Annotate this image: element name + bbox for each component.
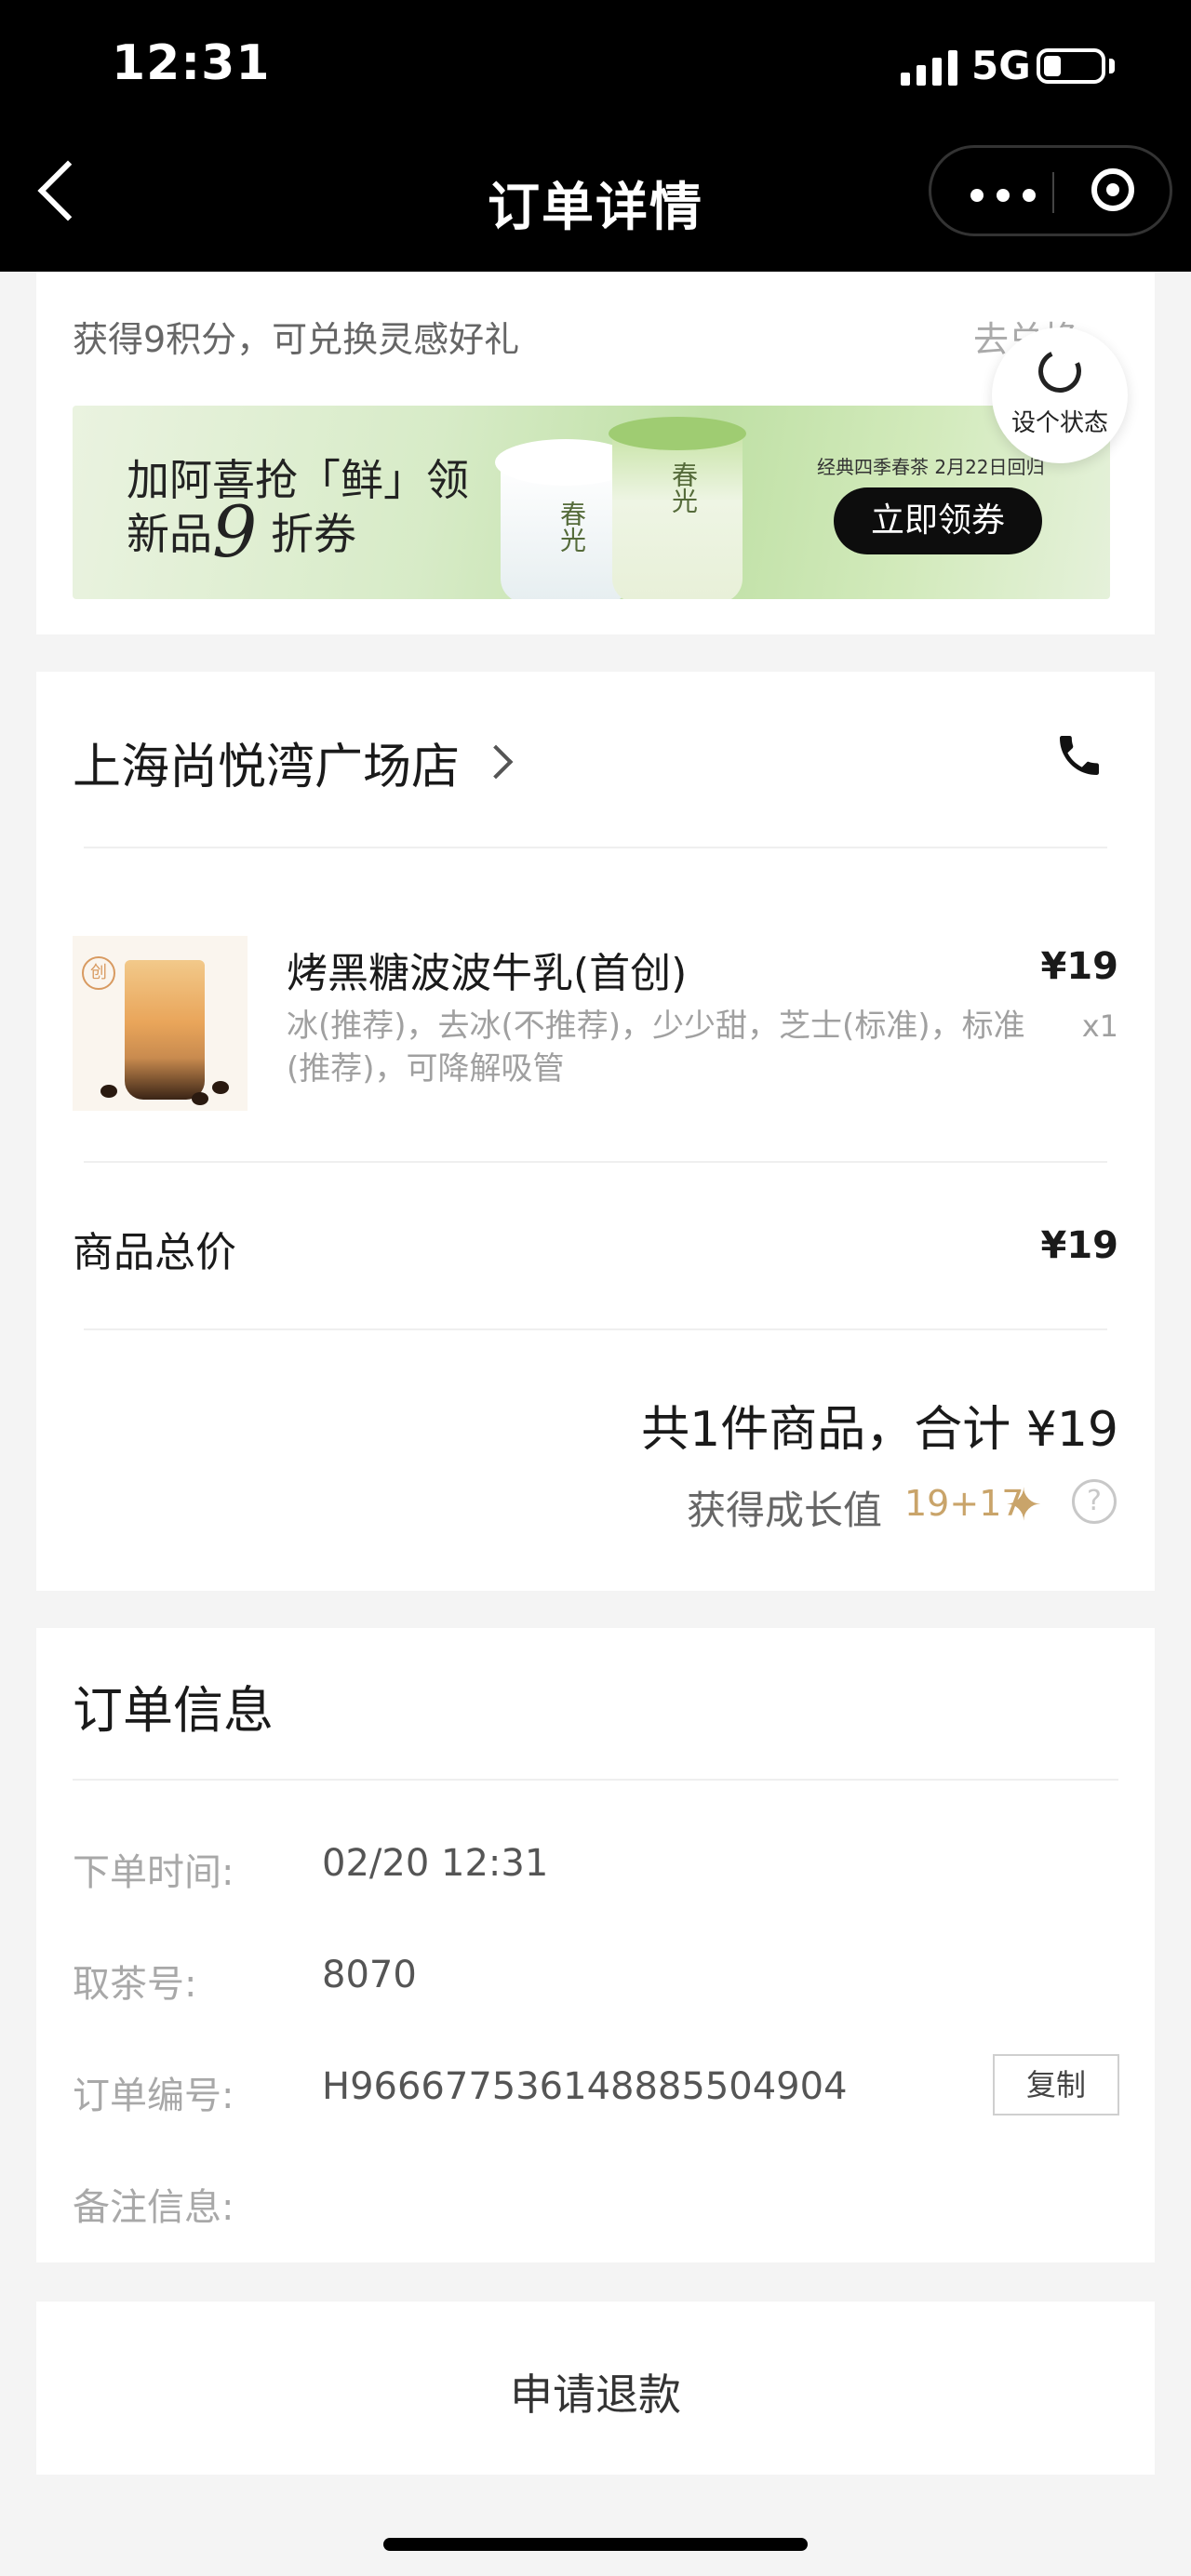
points-text: 获得9积分，可兑换灵感好礼 — [73, 319, 520, 360]
refund-button[interactable]: 申请退款 — [0, 2361, 1191, 2423]
claim-coupon-button[interactable]: 立即领券 — [834, 487, 1042, 554]
top-bar: 12:31 5G 订单详情 — [0, 0, 1191, 272]
battery-tip — [1109, 59, 1115, 73]
network-label: 5G — [971, 43, 1031, 88]
miniprogram-capsule — [929, 145, 1172, 236]
battery-icon — [1037, 48, 1105, 84]
divider — [84, 1161, 1107, 1163]
store-name-link[interactable]: 上海尚悦湾广场店 — [73, 727, 460, 797]
product-quantity: x1 — [1081, 1008, 1118, 1044]
set-status-button[interactable]: 设个状态 — [992, 327, 1128, 463]
order-number-value: H966677536148885504904 — [322, 2065, 848, 2108]
copy-button[interactable]: 复制 — [993, 2054, 1119, 2116]
set-status-label: 设个状态 — [1010, 409, 1108, 437]
more-icon[interactable] — [970, 189, 1037, 202]
signal-icon — [901, 48, 958, 86]
order-info-title: 订单信息 — [73, 1681, 274, 1740]
banner-promo-text: 经典四季春茶 2月22日回归 — [817, 456, 1045, 478]
store-name: 上海尚悦湾广场店 — [73, 740, 461, 795]
banner-subline: 新品9 折券 — [127, 497, 356, 567]
order-time-label: 下单时间: — [73, 1851, 234, 1894]
banner-subline-suffix: 折券 — [257, 509, 356, 559]
banner-subline-prefix: 新品 — [127, 509, 212, 559]
pickup-number-value: 8070 — [322, 1954, 417, 1996]
product-thumbnail: 创 — [73, 936, 248, 1111]
remark-label: 备注信息: — [73, 2186, 234, 2229]
order-total: 共1件商品，合计 ¥19 — [641, 1402, 1118, 1458]
product-price: ¥19 — [1040, 945, 1119, 988]
sparkle-icon: ✦ — [1005, 1479, 1043, 1531]
growth-label: 获得成长值 — [687, 1488, 883, 1533]
drink-glass — [125, 960, 205, 1100]
status-time: 12:31 — [112, 35, 271, 91]
help-icon[interactable]: ? — [1072, 1479, 1117, 1524]
pearl — [100, 1085, 117, 1098]
divider — [84, 847, 1107, 848]
home-indicator — [383, 2538, 808, 2551]
status-ring-icon — [1032, 343, 1088, 399]
divider — [84, 1328, 1107, 1330]
banner-headline: 加阿喜抢「鲜」领 — [127, 455, 469, 505]
original-badge: 创 — [82, 956, 115, 990]
subtotal-label: 商品总价 — [73, 1229, 236, 1276]
product-name: 烤黑糖波波牛乳(首创) — [287, 950, 688, 997]
cup-label: 春光 — [556, 501, 587, 553]
pearl — [192, 1092, 208, 1105]
divider — [73, 1779, 1118, 1781]
banner-discount-number: 9 — [212, 490, 258, 573]
pickup-number-label: 取茶号: — [73, 1963, 197, 2006]
product-options: 冰(推荐)，去冰(不推荐)，少少甜，芝士(标准)，标准(推荐)，可降解吸管 — [287, 1008, 1025, 1088]
close-miniprogram-icon[interactable] — [1091, 168, 1134, 211]
order-number-label: 订单编号: — [73, 2075, 234, 2117]
pearl — [212, 1081, 229, 1094]
capsule-divider — [1052, 172, 1054, 213]
subtotal-value: ¥19 — [1040, 1224, 1119, 1267]
phone-icon[interactable] — [1053, 729, 1105, 781]
cup-illustration: 春光 — [495, 439, 636, 599]
promo-banner[interactable]: 加阿喜抢「鲜」领 新品9 折券 春光 春光 经典四季春茶 2月22日回归 立即领… — [73, 406, 1110, 599]
order-time-value: 02/20 12:31 — [322, 1842, 549, 1885]
cup-illustration: 春光 — [609, 417, 746, 599]
cup-label: 春光 — [668, 461, 699, 514]
